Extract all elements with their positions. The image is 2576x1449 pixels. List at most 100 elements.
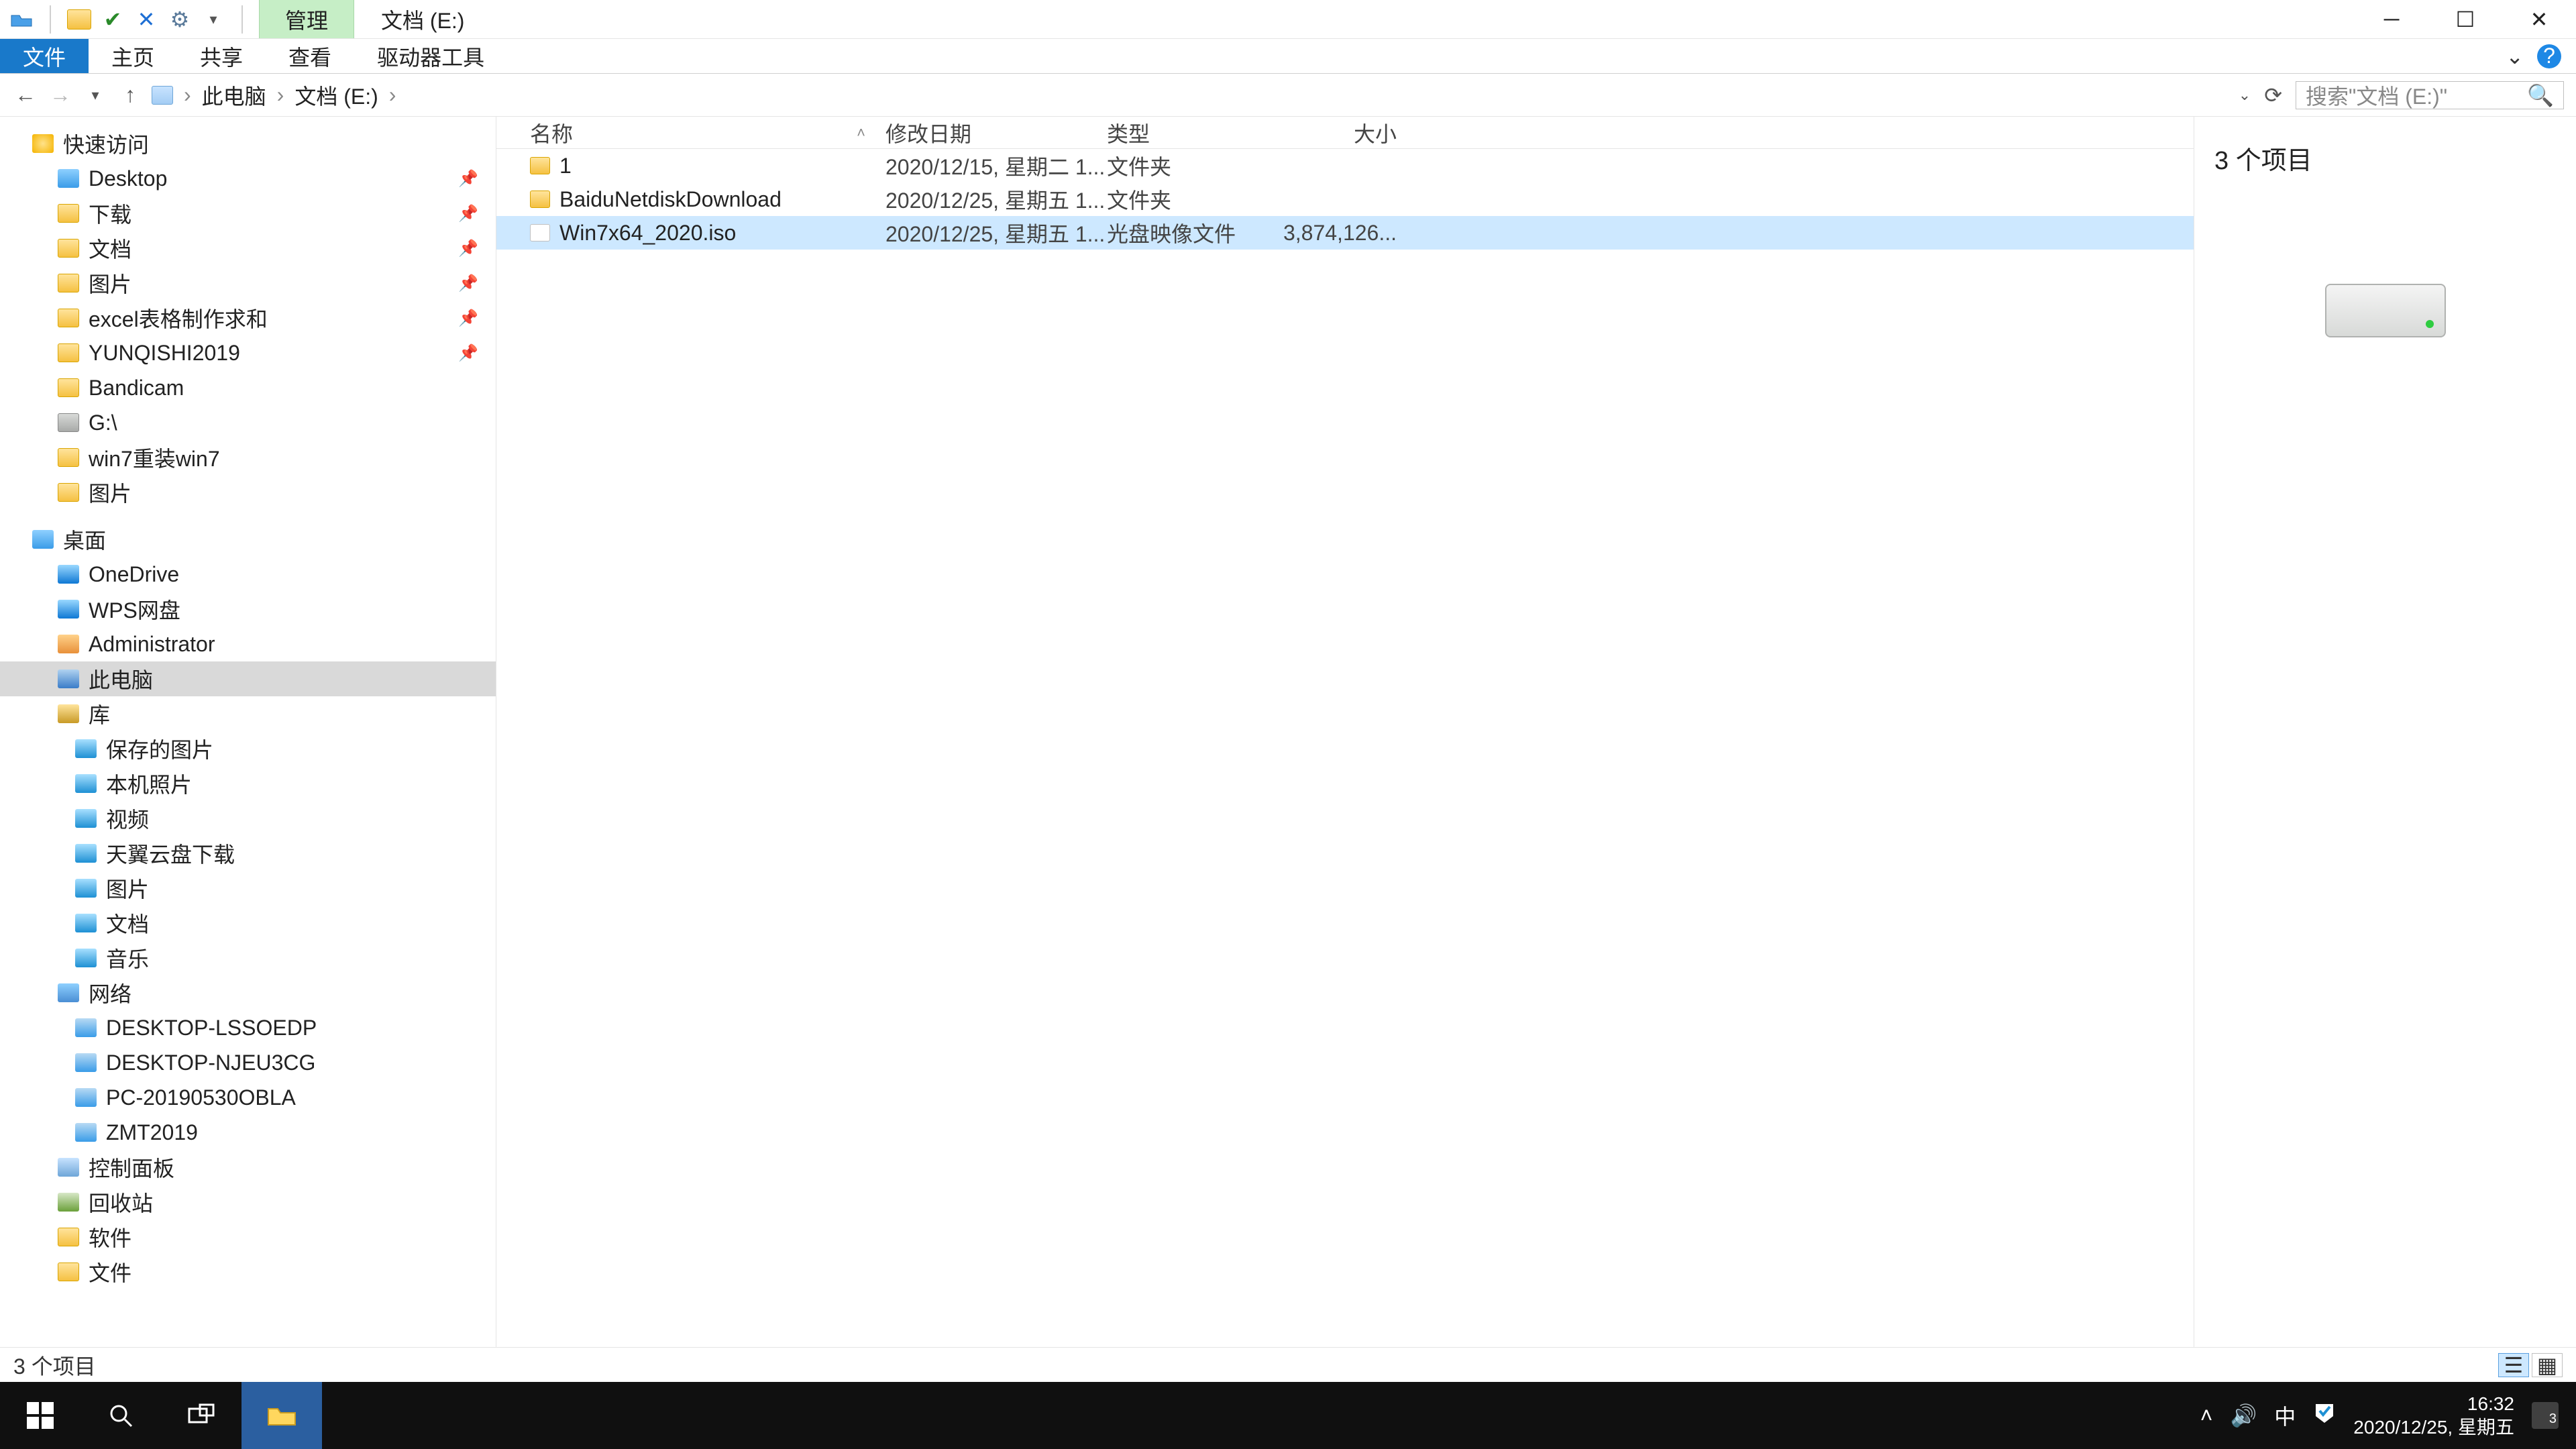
- view-details-button[interactable]: ☰: [2498, 1353, 2529, 1377]
- qat-dropdown-icon[interactable]: ▾: [201, 7, 225, 32]
- tree-pinned-item[interactable]: 图片📌: [0, 266, 496, 301]
- library-item-icon: [75, 774, 97, 793]
- tree-pinned-item[interactable]: 下载📌: [0, 196, 496, 231]
- desktop-icon: [58, 169, 79, 188]
- tray-chevron-up-icon[interactable]: ˄: [2200, 1403, 2213, 1428]
- taskbar-taskview-button[interactable]: [161, 1382, 241, 1449]
- tray-security-icon[interactable]: [2313, 1401, 2336, 1430]
- view-thumbnails-button[interactable]: ▦: [2532, 1353, 2563, 1377]
- tree-network-pc[interactable]: PC-20190530OBLA: [0, 1080, 496, 1115]
- tree-software-folder[interactable]: 软件: [0, 1220, 496, 1254]
- qat-folder-icon[interactable]: [67, 7, 91, 32]
- breadcrumb-dropdown-icon[interactable]: ⌄: [2239, 87, 2251, 104]
- taskbar-explorer-button[interactable]: [241, 1382, 322, 1449]
- tree-pinned-item[interactable]: G:\: [0, 405, 496, 440]
- network-icon: [58, 983, 79, 1002]
- tray-ime-indicator[interactable]: 中: [2274, 1400, 2296, 1431]
- network-pc-icon: [75, 1018, 97, 1037]
- tree-label: G:\: [89, 411, 117, 435]
- pin-icon: 📌: [458, 169, 478, 189]
- action-center-badge: 3: [2549, 1411, 2557, 1427]
- chevron-right-icon[interactable]: ›: [389, 83, 396, 107]
- tree-library-item[interactable]: 本机照片: [0, 766, 496, 801]
- search-input[interactable]: 搜索"文档 (E:)" 🔍: [2296, 81, 2564, 109]
- tree-documents-folder[interactable]: 文件: [0, 1254, 496, 1289]
- ribbon-tab-view[interactable]: 查看: [266, 39, 354, 73]
- tree-pinned-item[interactable]: excel表格制作求和📌: [0, 301, 496, 335]
- tree-network[interactable]: 网络: [0, 975, 496, 1010]
- library-item-icon: [75, 949, 97, 967]
- tree-network-pc[interactable]: ZMT2019: [0, 1115, 496, 1150]
- nav-back-button[interactable]: ←: [12, 82, 39, 109]
- breadcrumb[interactable]: › 此电脑 › 文档 (E:) › ⌄ ⟳: [152, 81, 2288, 109]
- start-button[interactable]: [0, 1382, 80, 1449]
- tree-quick-access[interactable]: 快速访问: [0, 126, 496, 161]
- library-item-icon: [75, 844, 97, 863]
- close-button[interactable]: ✕: [2502, 0, 2576, 38]
- refresh-icon[interactable]: ⟳: [2264, 83, 2282, 108]
- ribbon-tab-share[interactable]: 共享: [177, 39, 266, 73]
- ribbon-context-tab[interactable]: 管理: [259, 0, 354, 38]
- nav-history-dropdown[interactable]: ▾: [82, 82, 109, 109]
- tray-clock[interactable]: 16:32 2020/12/25, 星期五: [2353, 1392, 2514, 1439]
- tree-control-panel[interactable]: 控制面板: [0, 1150, 496, 1185]
- tree-label: Administrator: [89, 632, 215, 657]
- tree-library-item[interactable]: 视频: [0, 801, 496, 836]
- maximize-button[interactable]: ☐: [2428, 0, 2502, 38]
- ribbon-collapse-icon[interactable]: ⌄: [2506, 44, 2524, 69]
- file-row[interactable]: 12020/12/15, 星期二 1...文件夹: [496, 149, 2194, 182]
- qat-close-icon[interactable]: ✕: [134, 7, 158, 32]
- nav-forward-button[interactable]: →: [47, 82, 74, 109]
- column-size[interactable]: 大小: [1281, 117, 1409, 148]
- tree-network-pc[interactable]: DESKTOP-NJEU3CG: [0, 1045, 496, 1080]
- tree-pinned-item[interactable]: YUNQISHI2019📌: [0, 335, 496, 370]
- qat-gear-icon[interactable]: ⚙: [168, 7, 192, 32]
- ribbon-tab-drive-tools[interactable]: 驱动器工具: [354, 39, 507, 73]
- tree-desktop-root[interactable]: 桌面: [0, 522, 496, 557]
- tree-libraries[interactable]: 库: [0, 696, 496, 731]
- file-row[interactable]: Win7x64_2020.iso2020/12/25, 星期五 1...光盘映像…: [496, 216, 2194, 250]
- breadcrumb-drive[interactable]: 文档 (E:): [294, 80, 378, 111]
- tree-library-item[interactable]: 天翼云盘下载: [0, 836, 496, 871]
- help-icon[interactable]: ?: [2537, 44, 2561, 68]
- tree-pinned-item[interactable]: win7重装win7: [0, 440, 496, 475]
- star-icon: [32, 134, 54, 153]
- chevron-right-icon[interactable]: ›: [184, 83, 191, 107]
- tree-library-item[interactable]: 图片: [0, 871, 496, 906]
- ribbon-tab-home[interactable]: 主页: [89, 39, 177, 73]
- column-type[interactable]: 类型: [1107, 117, 1281, 148]
- tree-network-pc[interactable]: DESKTOP-LSSOEDP: [0, 1010, 496, 1045]
- tree-pinned-item[interactable]: 文档📌: [0, 231, 496, 266]
- column-date[interactable]: 修改日期: [885, 117, 1107, 148]
- column-name[interactable]: 名称 ˄: [496, 117, 885, 148]
- tree-pinned-item[interactable]: Desktop📌: [0, 161, 496, 196]
- tree-administrator[interactable]: Administrator: [0, 627, 496, 661]
- tree-onedrive[interactable]: OneDrive: [0, 557, 496, 592]
- minimize-button[interactable]: ─: [2355, 0, 2428, 38]
- tree-this-pc[interactable]: 此电脑: [0, 661, 496, 696]
- search-icon[interactable]: 🔍: [2527, 83, 2554, 108]
- tree-label: Bandicam: [89, 376, 184, 400]
- tree-recycle-bin[interactable]: 回收站: [0, 1185, 496, 1220]
- tree-library-item[interactable]: 保存的图片: [0, 731, 496, 766]
- tree-pinned-item[interactable]: 图片: [0, 475, 496, 510]
- file-name: BaiduNetdiskDownload: [559, 187, 782, 212]
- folder-icon: [530, 191, 550, 208]
- file-row[interactable]: BaiduNetdiskDownload2020/12/25, 星期五 1...…: [496, 182, 2194, 216]
- tray-volume-icon[interactable]: 🔊: [2230, 1403, 2257, 1428]
- breadcrumb-this-pc[interactable]: 此电脑: [202, 80, 266, 111]
- tray-action-center-icon[interactable]: 3: [2532, 1402, 2559, 1429]
- chevron-right-icon[interactable]: ›: [277, 83, 284, 107]
- tree-pinned-item[interactable]: Bandicam: [0, 370, 496, 405]
- nav-up-button[interactable]: ↑: [117, 82, 144, 109]
- network-pc-icon: [75, 1123, 97, 1142]
- tree-library-item[interactable]: 音乐: [0, 941, 496, 975]
- tree-label: OneDrive: [89, 562, 179, 587]
- tree-library-item[interactable]: 文档: [0, 906, 496, 941]
- pin-icon: 📌: [458, 343, 478, 363]
- ribbon-tab-file[interactable]: 文件: [0, 39, 89, 73]
- tree-wps[interactable]: WPS网盘: [0, 592, 496, 627]
- qat-check-icon[interactable]: ✔: [101, 7, 125, 32]
- pin-icon: 📌: [458, 309, 478, 328]
- taskbar-search-button[interactable]: [80, 1382, 161, 1449]
